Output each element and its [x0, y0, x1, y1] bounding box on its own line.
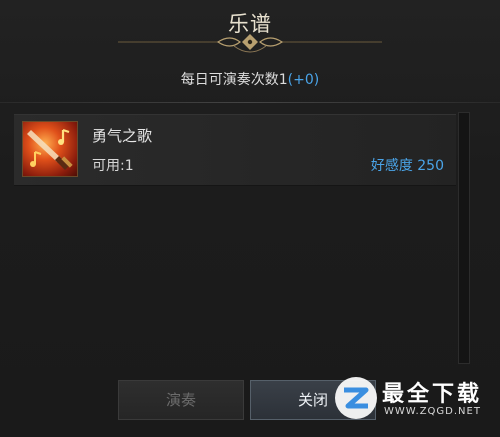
daily-play-bonus: (+0): [287, 72, 320, 88]
song-favor-value: 好感度 250: [370, 158, 444, 174]
song-list-scrollbar[interactable]: [458, 112, 470, 364]
watermark-logo-icon: [335, 377, 377, 419]
song-name: 勇气之歌: [92, 127, 153, 145]
song-list-item[interactable]: 勇气之歌 可用:1 好感度 250: [14, 114, 456, 186]
title-ornament-icon: [118, 34, 382, 53]
site-watermark: 最全下载 WWW.ZQGD.NET: [330, 370, 500, 430]
sword-music-icon: [22, 121, 78, 177]
song-list: 勇气之歌 可用:1 好感度 250: [14, 110, 456, 368]
watermark-url: WWW.ZQGD.NET: [384, 406, 481, 417]
score-window: 乐谱 每日可演奏次数1(+0) 勇气之歌 可用:1 好感度 250 演奏 关闭 …: [0, 0, 500, 437]
header-divider: [0, 102, 500, 103]
watermark-text: 最全下载: [382, 382, 483, 407]
daily-play-count: 每日可演奏次数1(+0): [0, 69, 500, 89]
play-button[interactable]: 演奏: [118, 380, 244, 420]
song-available-count: 可用:1: [92, 158, 134, 174]
daily-play-count-label: 每日可演奏次数1: [180, 72, 288, 88]
